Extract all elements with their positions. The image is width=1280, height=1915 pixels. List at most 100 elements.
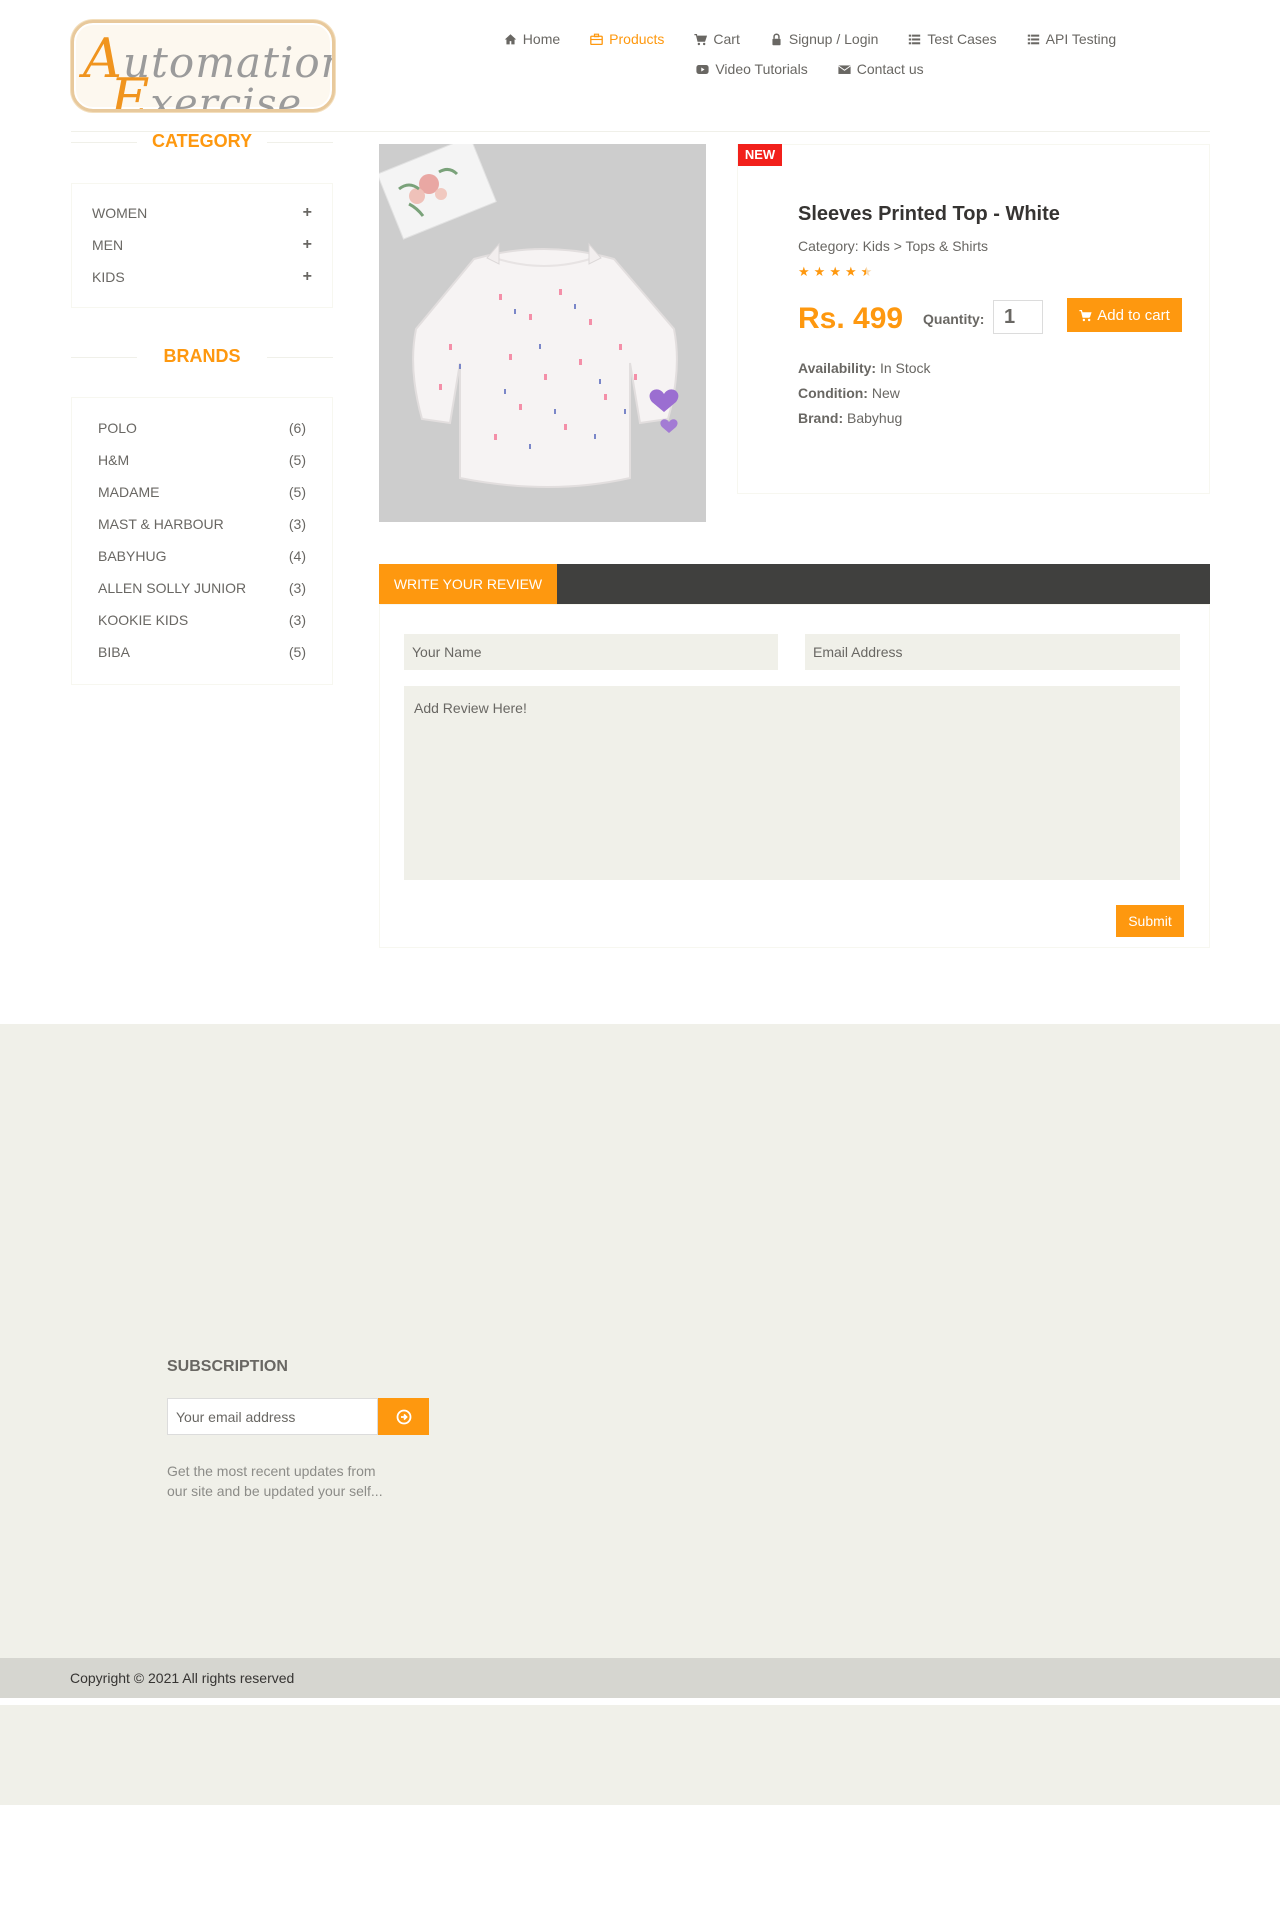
logo-line-2: Exercise bbox=[110, 67, 303, 112]
nav-contact-us-label: Contact us bbox=[856, 61, 924, 77]
nav-test-cases-label: Test Cases bbox=[927, 31, 997, 47]
availability-row: Availability: In Stock bbox=[798, 360, 931, 376]
quantity-input[interactable] bbox=[993, 300, 1043, 334]
brand-count: (3) bbox=[288, 580, 306, 596]
product-rating: ★ ★ ★ ★ ★★ bbox=[798, 264, 872, 280]
brands-title: BRANDS bbox=[71, 346, 333, 367]
review-name-input[interactable] bbox=[404, 634, 778, 670]
nav-products[interactable]: Products bbox=[575, 24, 679, 54]
nav-test-cases[interactable]: Test Cases bbox=[893, 24, 1011, 54]
footer-bottom-strip bbox=[0, 1705, 1280, 1805]
brand-name: H&M bbox=[98, 452, 130, 468]
brand-row: Brand: Babyhug bbox=[798, 410, 902, 426]
nav-signup-login-label: Signup / Login bbox=[788, 31, 879, 47]
list-icon bbox=[909, 34, 921, 44]
star-icon: ★ bbox=[844, 264, 857, 279]
tab-write-review[interactable]: WRITE YOUR REVIEW bbox=[379, 564, 557, 604]
nav-video-tutorials[interactable]: Video Tutorials bbox=[681, 54, 822, 84]
product-image bbox=[379, 144, 706, 522]
nav-products-label: Products bbox=[609, 31, 665, 47]
review-textarea[interactable] bbox=[404, 686, 1180, 880]
arrow-circle-right-icon bbox=[396, 1409, 411, 1424]
nav-api-testing-label: API Testing bbox=[1045, 31, 1117, 47]
star-icon: ★ bbox=[829, 264, 841, 279]
brand-item-polo[interactable]: POLO (6) bbox=[72, 412, 332, 444]
cart-icon bbox=[1079, 309, 1092, 321]
nav-signup-login[interactable]: Signup / Login bbox=[755, 24, 894, 54]
category-panel: WOMEN + MEN + KIDS + bbox=[71, 183, 333, 308]
brand-count: (5) bbox=[288, 452, 306, 468]
brand-item-mast-harbour[interactable]: MAST & HARBOUR (3) bbox=[72, 508, 332, 540]
briefcase-icon bbox=[590, 33, 603, 45]
brand-name: ALLEN SOLLY JUNIOR bbox=[98, 580, 247, 596]
copyright-text: Copyright © 2021 All rights reserved bbox=[70, 1670, 295, 1686]
nav-cart-label: Cart bbox=[713, 31, 740, 47]
review-email-input[interactable] bbox=[805, 634, 1180, 670]
list-icon bbox=[1027, 34, 1039, 44]
nav-home[interactable]: Home bbox=[489, 24, 575, 54]
brand-count: (6) bbox=[288, 420, 306, 436]
nav-contact-us[interactable]: Contact us bbox=[823, 54, 939, 84]
category-men-label: MEN bbox=[92, 237, 124, 253]
brand-item-allen-solly-junior[interactable]: ALLEN SOLLY JUNIOR (3) bbox=[72, 572, 332, 604]
subscription-email-input[interactable] bbox=[167, 1398, 378, 1435]
brand-count: (5) bbox=[288, 644, 306, 660]
condition-label: Condition: bbox=[798, 385, 868, 401]
footer-divider bbox=[55, 1022, 1225, 1024]
home-icon bbox=[504, 33, 516, 44]
brand-count: (3) bbox=[288, 612, 306, 628]
brand-item-babyhug[interactable]: BABYHUG (4) bbox=[72, 540, 332, 572]
add-to-cart-label: Add to cart bbox=[1097, 306, 1170, 324]
category-kids[interactable]: KIDS + bbox=[72, 261, 332, 293]
brand-count: (3) bbox=[288, 516, 306, 532]
brand-name: MADAME bbox=[98, 484, 160, 500]
star-icon: ★ bbox=[798, 264, 810, 279]
brand-item-biba[interactable]: BIBA (5) bbox=[72, 636, 332, 668]
condition-value: New bbox=[871, 385, 900, 401]
nav-video-tutorials-label: Video Tutorials bbox=[715, 61, 808, 77]
availability-value: In Stock bbox=[879, 360, 931, 376]
category-title: CATEGORY bbox=[71, 131, 333, 152]
nav-api-testing[interactable]: API Testing bbox=[1012, 24, 1132, 54]
nav-home-label: Home bbox=[522, 31, 561, 47]
subscribe-button[interactable] bbox=[378, 1398, 429, 1435]
product-price: Rs. 499 bbox=[798, 302, 904, 335]
product-title: Sleeves Printed Top - White bbox=[798, 203, 1060, 225]
quantity-label: Quantity: bbox=[923, 311, 985, 327]
category-men[interactable]: MEN + bbox=[72, 229, 332, 261]
cart-icon bbox=[694, 33, 708, 45]
brand-count: (4) bbox=[288, 548, 306, 564]
brand-item-kookie-kids[interactable]: KOOKIE KIDS (3) bbox=[72, 604, 332, 636]
star-icon: ★ bbox=[813, 264, 826, 279]
brand-value: Babyhug bbox=[847, 410, 903, 426]
category-women-label: WOMEN bbox=[92, 205, 148, 221]
brand-name: BIBA bbox=[98, 644, 130, 660]
review-submit-button[interactable]: Submit bbox=[1116, 905, 1184, 937]
add-to-cart-button[interactable]: Add to cart bbox=[1067, 298, 1182, 332]
brand-name: KOOKIE KIDS bbox=[98, 612, 189, 628]
category-kids-label: KIDS bbox=[92, 269, 125, 285]
footer bbox=[0, 1024, 1280, 1658]
plus-icon[interactable]: + bbox=[303, 204, 312, 222]
plus-icon[interactable]: + bbox=[303, 268, 312, 286]
brand-item-hm[interactable]: H&M (5) bbox=[72, 444, 332, 476]
availability-label: Availability: bbox=[798, 360, 877, 376]
category-women[interactable]: WOMEN + bbox=[72, 197, 332, 229]
subscription-title: SUBSCRIPTION bbox=[167, 1358, 288, 1375]
brands-panel: POLO (6) H&M (5) MADAME (5) MAST & HARBOUR (… bbox=[71, 397, 333, 685]
star-half-icon: ★★ bbox=[860, 264, 873, 279]
plus-icon[interactable]: + bbox=[303, 236, 312, 254]
brand-label: Brand: bbox=[798, 410, 844, 426]
envelope-icon bbox=[837, 64, 851, 74]
site-logo[interactable]: Automation Exercise bbox=[71, 20, 335, 112]
brand-name: POLO bbox=[98, 420, 137, 436]
brand-name: MAST & HARBOUR bbox=[98, 516, 224, 532]
condition-row: Condition: New bbox=[798, 385, 900, 401]
lock-icon bbox=[772, 33, 781, 45]
nav-cart[interactable]: Cart bbox=[679, 24, 754, 54]
brand-count: (5) bbox=[288, 484, 306, 500]
product-category: Category: Kids > Tops & Shirts bbox=[798, 238, 988, 254]
new-badge: NEW bbox=[738, 144, 782, 166]
brand-item-madame[interactable]: MADAME (5) bbox=[72, 476, 332, 508]
brand-name: BABYHUG bbox=[98, 548, 167, 564]
